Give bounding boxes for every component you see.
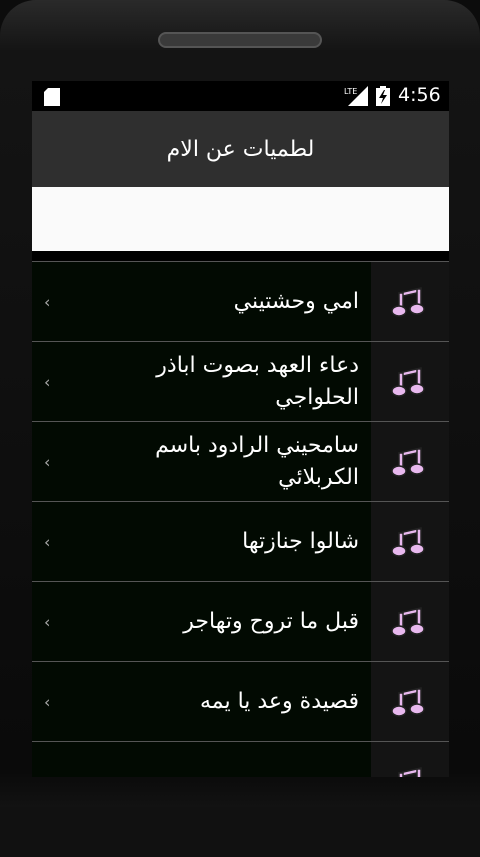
list-item[interactable]: امي وحشتيني ‹ bbox=[32, 261, 449, 341]
sd-card-icon bbox=[44, 88, 60, 106]
list-item-partial[interactable] bbox=[32, 741, 449, 777]
music-note-icon bbox=[391, 286, 425, 317]
list-item[interactable]: شالوا جنازتها ‹ bbox=[32, 501, 449, 581]
list-item[interactable]: دعاء العهد بصوت اباذر الحلواجي ‹ bbox=[32, 341, 449, 421]
list-item-title: امي وحشتيني bbox=[233, 288, 359, 314]
chevron-left-icon: ‹ bbox=[44, 372, 51, 391]
list-item[interactable]: سامحيني الرادود باسم الكربلائي ‹ bbox=[32, 421, 449, 501]
speaker-grille bbox=[158, 32, 322, 48]
list-item-title: قصيدة وعد يا يمه bbox=[199, 688, 359, 714]
app-title: لطميات عن الام bbox=[166, 136, 315, 162]
chevron-left-icon: ‹ bbox=[44, 292, 51, 311]
network-label: LTE bbox=[344, 87, 357, 96]
battery-charging-icon bbox=[376, 86, 390, 106]
track-list: امي وحشتيني ‹ دعاء العهد بصوت اباذر الحل… bbox=[32, 261, 449, 777]
music-note-icon bbox=[391, 686, 425, 717]
lte-signal-icon: LTE bbox=[344, 86, 368, 106]
list-item-title: دعاء العهد بصوت اباذر الحلواجي bbox=[156, 352, 359, 410]
chevron-left-icon: ‹ bbox=[44, 692, 51, 711]
phone-bottom-bezel bbox=[0, 807, 480, 857]
screen: LTE 4:56 لطميات عن الام امي وحشتيني ‹ دع… bbox=[32, 81, 449, 777]
list-item-title: شالوا جنازتها bbox=[242, 528, 359, 554]
list-item[interactable]: قصيدة وعد يا يمه ‹ bbox=[32, 661, 449, 741]
list-item-title bbox=[109, 742, 359, 777]
music-note-icon bbox=[391, 606, 425, 637]
chevron-left-icon: ‹ bbox=[44, 452, 51, 471]
chevron-left-icon: ‹ bbox=[44, 532, 51, 551]
app-bar: لطميات عن الام bbox=[32, 111, 449, 187]
list-item-title: قبل ما تروح وتهاجر bbox=[183, 608, 359, 634]
list-item[interactable]: قبل ما تروح وتهاجر ‹ bbox=[32, 581, 449, 661]
music-note-icon bbox=[398, 766, 422, 777]
music-note-icon bbox=[391, 446, 425, 477]
list-item-title: سامحيني الرادود باسم الكربلائي bbox=[155, 432, 359, 490]
status-bar: LTE 4:56 bbox=[32, 81, 449, 111]
chevron-left-icon: ‹ bbox=[44, 612, 51, 631]
music-note-icon bbox=[391, 366, 425, 397]
banner-area bbox=[32, 187, 449, 251]
music-note-icon bbox=[391, 526, 425, 557]
status-time: 4:56 bbox=[398, 84, 441, 106]
